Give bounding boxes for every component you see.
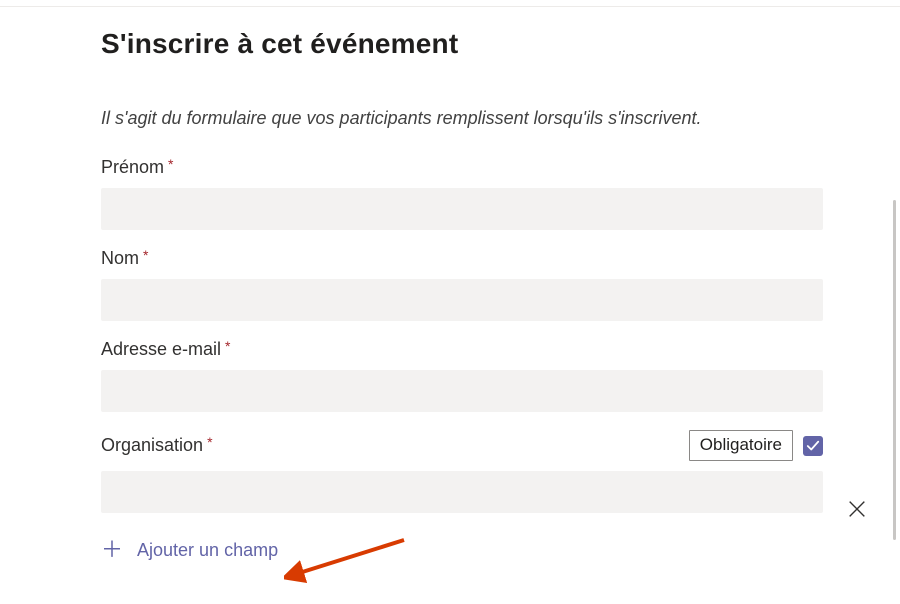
email-input[interactable] bbox=[101, 370, 823, 412]
organization-input[interactable] bbox=[101, 471, 823, 513]
plus-icon: ＋ bbox=[101, 539, 123, 561]
field-first-name: Prénom * bbox=[101, 157, 823, 230]
top-divider bbox=[0, 6, 900, 7]
required-star-icon: * bbox=[143, 248, 148, 262]
required-toggle-label: Obligatoire bbox=[689, 430, 793, 461]
required-star-icon: * bbox=[168, 157, 173, 171]
first-name-input[interactable] bbox=[101, 188, 823, 230]
field-organization: Organisation * Obligatoire bbox=[101, 430, 823, 513]
organization-label-text: Organisation bbox=[101, 435, 203, 456]
last-name-label-text: Nom bbox=[101, 248, 139, 269]
first-name-label: Prénom * bbox=[101, 157, 173, 178]
form-description: Il s'agit du formulaire que vos particip… bbox=[101, 108, 823, 129]
organization-label: Organisation * bbox=[101, 435, 213, 456]
field-email: Adresse e-mail * bbox=[101, 339, 823, 412]
field-last-name: Nom * bbox=[101, 248, 823, 321]
required-checkbox[interactable] bbox=[803, 436, 823, 456]
last-name-input[interactable] bbox=[101, 279, 823, 321]
checkmark-icon bbox=[806, 439, 820, 453]
email-label-text: Adresse e-mail bbox=[101, 339, 221, 360]
scrollbar-thumb[interactable] bbox=[893, 200, 896, 540]
required-star-icon: * bbox=[225, 339, 230, 353]
page-title: S'inscrire à cet événement bbox=[101, 28, 823, 60]
form-container: S'inscrire à cet événement Il s'agit du … bbox=[101, 28, 823, 561]
add-field-button[interactable]: ＋ Ajouter un champ bbox=[101, 539, 278, 561]
last-name-label: Nom * bbox=[101, 248, 148, 269]
first-name-label-text: Prénom bbox=[101, 157, 164, 178]
close-button[interactable] bbox=[846, 498, 868, 520]
required-star-icon: * bbox=[207, 435, 212, 449]
required-toggle: Obligatoire bbox=[689, 430, 823, 461]
scrollbar[interactable] bbox=[890, 8, 896, 596]
add-field-label: Ajouter un champ bbox=[137, 540, 278, 561]
email-label: Adresse e-mail * bbox=[101, 339, 231, 360]
close-icon bbox=[846, 498, 868, 520]
